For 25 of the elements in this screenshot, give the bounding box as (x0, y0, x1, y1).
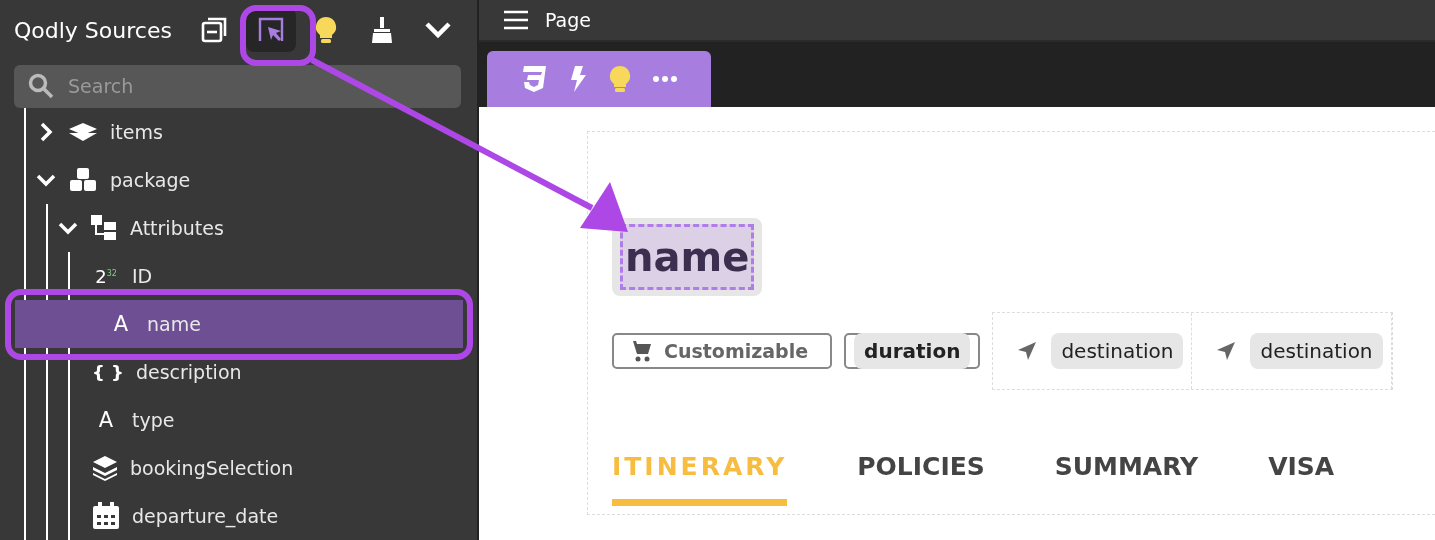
tree-item[interactable]: Attributes (0, 204, 463, 252)
panel-title: Qodly Sources (14, 17, 172, 43)
page-title: Page (545, 9, 591, 31)
text-type-mark: A (112, 312, 130, 336)
tree-item[interactable]: items (0, 108, 463, 156)
location-label: destination (1250, 333, 1383, 369)
tree-item[interactable]: departure_date (0, 492, 463, 540)
tree-item[interactable]: package (0, 156, 463, 204)
heading-text[interactable]: name (620, 224, 755, 290)
text-type-mark: A (97, 408, 115, 432)
braces-mark: { } (92, 361, 124, 383)
tab[interactable]: SUMMARY (1054, 452, 1199, 506)
tree-item[interactable]: { } description (0, 348, 463, 396)
tag-label: Customizable (664, 340, 809, 362)
number-type-mark: 2$^{32}$ (94, 265, 118, 287)
tab[interactable]: VISA (1268, 452, 1335, 506)
search-input[interactable]: Search (66, 74, 370, 99)
search-field[interactable]: Search (14, 64, 461, 108)
tree-item[interactable]: A name (15, 300, 463, 348)
tab[interactable]: POLICIES (857, 452, 985, 506)
tree-item[interactable]: 2$^{32}$ ID (0, 252, 463, 300)
field-label: duration (854, 333, 971, 369)
tree-item[interactable]: A type (0, 396, 463, 444)
location-label: destination (1051, 333, 1184, 369)
tree-item[interactable]: bookingSelection (0, 444, 463, 492)
